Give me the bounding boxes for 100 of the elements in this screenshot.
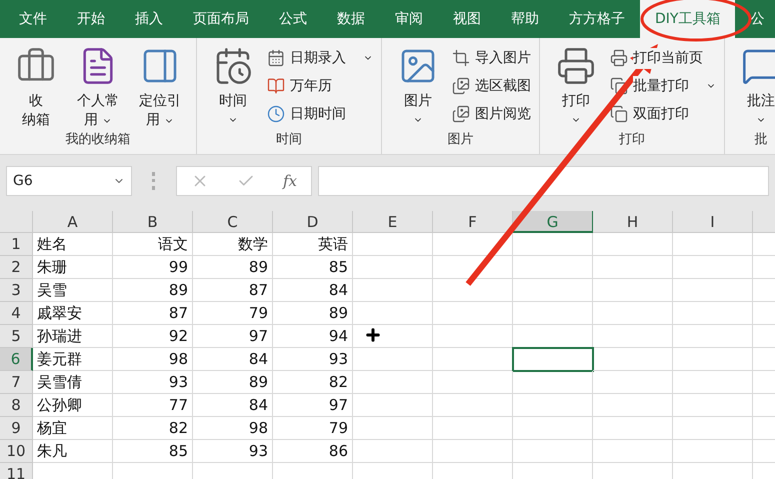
- column-header[interactable]: C: [193, 211, 273, 233]
- column-header[interactable]: A: [33, 211, 113, 233]
- column-header[interactable]: F: [433, 211, 513, 233]
- group-label: 批: [754, 131, 768, 149]
- table-cell: 98: [113, 348, 193, 371]
- row-header[interactable]: 3: [0, 279, 33, 302]
- row-header[interactable]: 6: [0, 348, 33, 371]
- table-cell: 数学: [193, 233, 273, 256]
- ribbon-button[interactable]: 批量打印: [610, 72, 716, 100]
- ribbon-button[interactable]: 日期时间: [267, 100, 373, 128]
- row-header[interactable]: 2: [0, 256, 33, 279]
- ribbon-tab[interactable]: 文件: [4, 0, 62, 38]
- table-cell: 朱珊: [33, 256, 113, 279]
- ribbon-button[interactable]: 个人常 用: [70, 42, 126, 130]
- ribbon-button[interactable]: 日期录入: [267, 44, 373, 72]
- table-cell: 语文: [113, 233, 193, 256]
- ribbon-tab[interactable]: 方方格子: [554, 0, 640, 38]
- ribbon-button[interactable]: 双面打印: [610, 100, 716, 128]
- row-header[interactable]: 9: [0, 417, 33, 440]
- table-cell: 吴雪: [33, 279, 113, 302]
- cross-cursor-icon: [364, 326, 382, 344]
- ribbon-tab[interactable]: 审阅: [380, 0, 438, 38]
- function-button[interactable]: fx: [282, 170, 297, 192]
- table-cell: 孙瑞进: [33, 325, 113, 348]
- table-cell: 吴雪倩: [33, 371, 113, 394]
- ribbon-button[interactable]: 万年历: [267, 72, 373, 100]
- formula-input[interactable]: [318, 166, 769, 196]
- group-label: 图片: [446, 131, 474, 149]
- row-header[interactable]: 1: [0, 233, 33, 256]
- printer-icon: [610, 49, 628, 67]
- copy-icon: [610, 77, 628, 95]
- copy-icon: [610, 105, 628, 123]
- table-cell: 戚翠安: [33, 302, 113, 325]
- ribbon-tab[interactable]: 页面布局: [178, 0, 264, 38]
- row-header[interactable]: 4: [0, 302, 33, 325]
- row-header[interactable]: 8: [0, 394, 33, 417]
- column-header[interactable]: E: [353, 211, 433, 233]
- table-cell: 84: [273, 279, 353, 302]
- ribbon-button[interactable]: 批注: [733, 42, 775, 130]
- column-header[interactable]: B: [113, 211, 193, 233]
- ribbon-tab[interactable]: 公: [735, 0, 775, 38]
- table-cell: 98: [193, 417, 273, 440]
- clock-icon: [267, 105, 285, 123]
- table-cell: 87: [193, 279, 273, 302]
- table-cell: 姓名: [33, 233, 113, 256]
- row-header[interactable]: 5: [0, 325, 33, 348]
- table-cell: 99: [113, 256, 193, 279]
- ribbon-button[interactable]: 图片: [390, 42, 446, 130]
- row-header[interactable]: 7: [0, 371, 33, 394]
- group-label: 时间: [275, 131, 303, 149]
- table-cell: 87: [113, 302, 193, 325]
- ribbon-tab[interactable]: 帮助: [496, 0, 554, 38]
- pictures-icon: [452, 105, 470, 123]
- table-cell: 86: [273, 440, 353, 463]
- table-cell: 82: [273, 371, 353, 394]
- table-cell: 93: [273, 348, 353, 371]
- table-cell: 84: [193, 394, 273, 417]
- row-header[interactable]: 10: [0, 440, 33, 463]
- ribbon-button[interactable]: 定位引 用: [132, 42, 188, 130]
- ribbon-tab[interactable]: 公式: [264, 0, 322, 38]
- table-cell: 85: [273, 256, 353, 279]
- column-header[interactable]: D: [273, 211, 353, 233]
- column-header[interactable]: G: [513, 211, 593, 233]
- table-cell: 89: [273, 302, 353, 325]
- table-cell: 85: [113, 440, 193, 463]
- group-label: 打印: [618, 131, 646, 149]
- select-all-corner[interactable]: [0, 211, 33, 233]
- table-cell: 89: [193, 256, 273, 279]
- table-cell: 93: [193, 440, 273, 463]
- calendar-icon: [267, 49, 285, 67]
- table-cell: 97: [273, 394, 353, 417]
- ribbon-button[interactable]: 打印: [548, 42, 604, 130]
- ribbon-button[interactable]: 时间: [205, 42, 261, 130]
- printer-icon: [556, 46, 596, 86]
- table-cell: 公孙卿: [33, 394, 113, 417]
- ribbon-tab[interactable]: 视图: [438, 0, 496, 38]
- ribbon-tab[interactable]: 开始: [62, 0, 120, 38]
- table-cell: 89: [193, 371, 273, 394]
- column-header[interactable]: [753, 211, 775, 233]
- ribbon-tab[interactable]: DIY工具箱: [640, 0, 736, 38]
- column-header[interactable]: I: [673, 211, 753, 233]
- table-cell: 姜元群: [33, 348, 113, 371]
- table-cell: 77: [113, 394, 193, 417]
- table-cell: 79: [193, 302, 273, 325]
- ribbon-button[interactable]: 打印当前页: [610, 44, 716, 72]
- table-cell: 杨宜: [33, 417, 113, 440]
- table-cell: 82: [113, 417, 193, 440]
- table-cell: 79: [273, 417, 353, 440]
- dots-icon: [152, 172, 156, 190]
- name-box[interactable]: G6: [6, 166, 132, 196]
- table-cell: 84: [193, 348, 273, 371]
- column-header[interactable]: H: [593, 211, 673, 233]
- table-cell: 英语: [273, 233, 353, 256]
- row-header[interactable]: 11: [0, 463, 33, 479]
- ribbon-tab[interactable]: 数据: [322, 0, 380, 38]
- group-label: 我的收纳箱: [64, 131, 132, 149]
- table-cell: 93: [113, 371, 193, 394]
- ribbon-button[interactable]: 收 纳箱: [8, 42, 64, 130]
- table-cell: 89: [113, 279, 193, 302]
- ribbon-tab[interactable]: 插入: [120, 0, 178, 38]
